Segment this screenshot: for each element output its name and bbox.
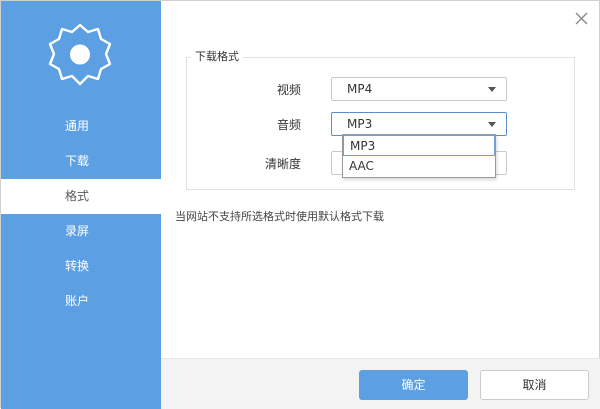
cancel-button[interactable]: 取消 bbox=[480, 370, 589, 400]
group-legend: 下载格式 bbox=[191, 48, 243, 64]
ok-button[interactable]: 确定 bbox=[359, 370, 468, 400]
video-label: 视频 bbox=[276, 83, 301, 97]
sidebar-item-convert[interactable]: 转换 bbox=[1, 249, 161, 284]
close-icon[interactable] bbox=[572, 9, 592, 29]
sidebar-item-record[interactable]: 录屏 bbox=[1, 214, 161, 249]
video-format-value: MP4 bbox=[347, 82, 373, 96]
dropdown-option-mp3[interactable]: MP3 bbox=[343, 135, 495, 156]
sidebar-item-label: 通用 bbox=[65, 119, 90, 133]
chevron-down-icon bbox=[488, 122, 496, 127]
audio-format-dropdown: MP3 AAC bbox=[342, 134, 496, 178]
chevron-down-icon bbox=[488, 87, 496, 92]
quality-label: 清晰度 bbox=[264, 157, 301, 171]
sidebar-item-download[interactable]: 下载 bbox=[1, 144, 161, 179]
format-hint-text: 当网站不支持所选格式时使用默认格式下载 bbox=[175, 210, 384, 223]
audio-format-select[interactable]: MP3 bbox=[331, 112, 507, 136]
sidebar-item-label: 转换 bbox=[65, 259, 90, 273]
sidebar-item-label: 账户 bbox=[65, 294, 90, 308]
audio-format-value: MP3 bbox=[347, 117, 373, 131]
gear-icon bbox=[45, 20, 115, 90]
sidebar-item-label: 格式 bbox=[65, 189, 90, 203]
video-format-select[interactable]: MP4 bbox=[331, 77, 507, 101]
sidebar-item-label: 录屏 bbox=[65, 224, 90, 238]
settings-window: 通用 下载 格式 录屏 转换 账户 下载格式 视频 MP4 音频 MP3 清晰度… bbox=[0, 0, 600, 409]
sidebar-item-general[interactable]: 通用 bbox=[1, 109, 161, 144]
sidebar-item-format[interactable]: 格式 bbox=[1, 179, 161, 214]
audio-label: 音频 bbox=[276, 118, 301, 132]
sidebar: 通用 下载 格式 录屏 转换 账户 bbox=[1, 1, 161, 409]
dropdown-option-aac[interactable]: AAC bbox=[343, 156, 495, 177]
sidebar-item-label: 下载 bbox=[65, 154, 90, 168]
sidebar-item-account[interactable]: 账户 bbox=[1, 284, 161, 319]
